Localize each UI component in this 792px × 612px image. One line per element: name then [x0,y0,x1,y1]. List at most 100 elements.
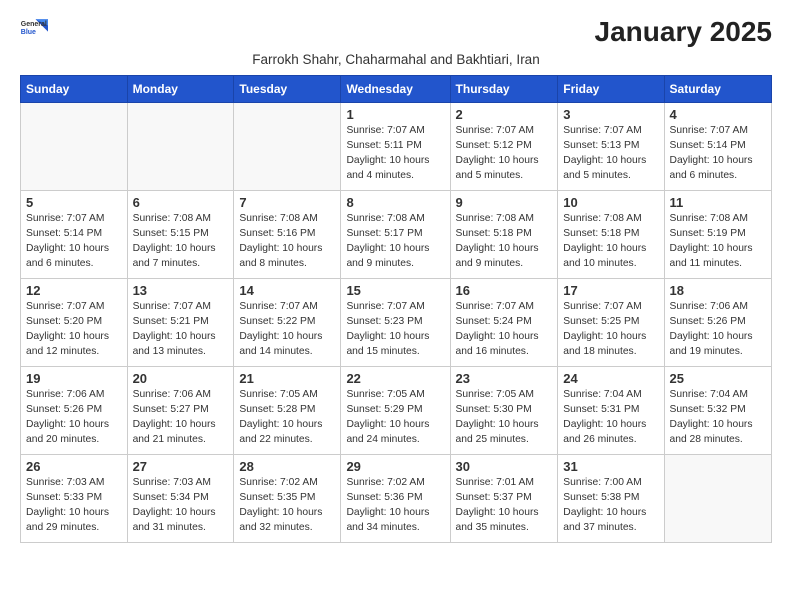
day-info: Sunrise: 7:06 AM Sunset: 5:27 PM Dayligh… [133,388,229,448]
page: General Blue January 2025 Farrokh Shahr,… [0,0,792,559]
cell-w2-d5: 10 Sunrise: 7:08 AM Sunset: 5:18 PM Dayli… [558,191,664,279]
day-number: 23 [456,371,553,386]
cell-w3-d0: 12 Sunrise: 7:07 AM Sunset: 5:20 PM Dayli… [21,279,128,367]
day-info: Sunrise: 7:07 AM Sunset: 5:25 PM Dayligh… [563,300,658,360]
day-info: Sunrise: 7:07 AM Sunset: 5:21 PM Dayligh… [133,300,229,360]
day-number: 1 [346,107,444,122]
cell-w5-d2: 28Sunrise: 7:02 AM Sunset: 5:35 PM Dayli… [234,455,341,543]
day-number: 21 [239,371,335,386]
week-row-5: 26 Sunrise: 7:03 AM Sunset: 5:33 PM Dayli… [21,455,772,543]
day-number: 29 [346,459,444,474]
day-number: 27 [133,459,229,474]
day-info: Sunrise: 7:07 AM Sunset: 5:13 PM Dayligh… [563,124,658,184]
svg-text:Blue: Blue [21,29,36,36]
day-info: Sunrise: 7:07 AM Sunset: 5:23 PM Dayligh… [346,300,444,360]
cell-w2-d4: 9 Sunrise: 7:08 AM Sunset: 5:18 PM Daylig… [450,191,558,279]
day-info: Sunrise: 7:04 AM Sunset: 5:32 PM Dayligh… [670,388,766,448]
day-number: 17 [563,283,658,298]
day-info: Sunrise: 7:06 AM Sunset: 5:26 PM Dayligh… [670,300,766,360]
day-number: 8 [346,195,444,210]
day-number: 2 [456,107,553,122]
day-info: Sunrise: 7:01 AM Sunset: 5:37 PM Dayligh… [456,476,553,536]
day-info: Sunrise: 7:07 AM Sunset: 5:22 PM Dayligh… [239,300,335,360]
logo: General Blue [20,16,50,38]
col-saturday: Saturday [664,76,771,103]
day-info: Sunrise: 7:02 AM Sunset: 5:36 PM Dayligh… [346,476,444,536]
cell-w2-d3: 8 Sunrise: 7:08 AM Sunset: 5:17 PM Daylig… [341,191,450,279]
subtitle: Farrokh Shahr, Chaharmahal and Bakhtiari… [20,52,772,67]
cell-w5-d4: 30Sunrise: 7:01 AM Sunset: 5:37 PM Dayli… [450,455,558,543]
day-info: Sunrise: 7:03 AM Sunset: 5:33 PM Dayligh… [26,476,122,536]
col-wednesday: Wednesday [341,76,450,103]
cell-w3-d4: 16 Sunrise: 7:07 AM Sunset: 5:24 PM Dayli… [450,279,558,367]
cell-w5-d1: 27 Sunrise: 7:03 AM Sunset: 5:34 PM Dayli… [127,455,234,543]
logo-icon: General Blue [20,16,48,38]
calendar-table: Sunday Monday Tuesday Wednesday Thursday… [20,75,772,543]
cell-w4-d6: 25 Sunrise: 7:04 AM Sunset: 5:32 PM Dayli… [664,367,771,455]
day-info: Sunrise: 7:07 AM Sunset: 5:20 PM Dayligh… [26,300,122,360]
day-number: 31 [563,459,658,474]
cell-w4-d1: 20 Sunrise: 7:06 AM Sunset: 5:27 PM Dayli… [127,367,234,455]
day-info: Sunrise: 7:05 AM Sunset: 5:30 PM Dayligh… [456,388,553,448]
day-info: Sunrise: 7:06 AM Sunset: 5:26 PM Dayligh… [26,388,122,448]
cell-w5-d5: 31 Sunrise: 7:00 AM Sunset: 5:38 PM Dayli… [558,455,664,543]
cell-w2-d1: 6 Sunrise: 7:08 AM Sunset: 5:15 PM Daylig… [127,191,234,279]
cell-w1-d0 [21,103,128,191]
month-title: January 2025 [595,16,772,48]
day-number: 5 [26,195,122,210]
week-row-3: 12 Sunrise: 7:07 AM Sunset: 5:20 PM Dayli… [21,279,772,367]
cell-w5-d3: 29 Sunrise: 7:02 AM Sunset: 5:36 PM Dayli… [341,455,450,543]
day-number: 13 [133,283,229,298]
day-info: Sunrise: 7:08 AM Sunset: 5:19 PM Dayligh… [670,212,766,272]
day-info: Sunrise: 7:07 AM Sunset: 5:14 PM Dayligh… [670,124,766,184]
col-friday: Friday [558,76,664,103]
day-info: Sunrise: 7:00 AM Sunset: 5:38 PM Dayligh… [563,476,658,536]
day-info: Sunrise: 7:07 AM Sunset: 5:24 PM Dayligh… [456,300,553,360]
day-number: 26 [26,459,122,474]
cell-w3-d1: 13 Sunrise: 7:07 AM Sunset: 5:21 PM Dayli… [127,279,234,367]
cell-w1-d1 [127,103,234,191]
day-number: 28 [239,459,335,474]
day-number: 14 [239,283,335,298]
col-tuesday: Tuesday [234,76,341,103]
day-number: 9 [456,195,553,210]
cell-w5-d6 [664,455,771,543]
week-row-2: 5 Sunrise: 7:07 AM Sunset: 5:14 PM Daylig… [21,191,772,279]
day-number: 24 [563,371,658,386]
cell-w4-d0: 19 Sunrise: 7:06 AM Sunset: 5:26 PM Dayli… [21,367,128,455]
col-sunday: Sunday [21,76,128,103]
cell-w3-d2: 14 Sunrise: 7:07 AM Sunset: 5:22 PM Dayli… [234,279,341,367]
day-info: Sunrise: 7:04 AM Sunset: 5:31 PM Dayligh… [563,388,658,448]
day-info: Sunrise: 7:05 AM Sunset: 5:29 PM Dayligh… [346,388,444,448]
cell-w3-d5: 17 Sunrise: 7:07 AM Sunset: 5:25 PM Dayli… [558,279,664,367]
day-number: 19 [26,371,122,386]
cell-w4-d4: 23 Sunrise: 7:05 AM Sunset: 5:30 PM Dayli… [450,367,558,455]
day-info: Sunrise: 7:08 AM Sunset: 5:17 PM Dayligh… [346,212,444,272]
cell-w2-d6: 11 Sunrise: 7:08 AM Sunset: 5:19 PM Dayli… [664,191,771,279]
day-number: 25 [670,371,766,386]
day-info: Sunrise: 7:07 AM Sunset: 5:11 PM Dayligh… [346,124,444,184]
cell-w4-d2: 21Sunrise: 7:05 AM Sunset: 5:28 PM Dayli… [234,367,341,455]
day-number: 12 [26,283,122,298]
day-info: Sunrise: 7:08 AM Sunset: 5:18 PM Dayligh… [456,212,553,272]
day-info: Sunrise: 7:08 AM Sunset: 5:18 PM Dayligh… [563,212,658,272]
cell-w2-d2: 7Sunrise: 7:08 AM Sunset: 5:16 PM Daylig… [234,191,341,279]
day-number: 11 [670,195,766,210]
day-info: Sunrise: 7:03 AM Sunset: 5:34 PM Dayligh… [133,476,229,536]
cell-w3-d6: 18 Sunrise: 7:06 AM Sunset: 5:26 PM Dayli… [664,279,771,367]
cell-w1-d2 [234,103,341,191]
day-info: Sunrise: 7:07 AM Sunset: 5:14 PM Dayligh… [26,212,122,272]
header: General Blue January 2025 [20,16,772,48]
day-number: 6 [133,195,229,210]
cell-w5-d0: 26 Sunrise: 7:03 AM Sunset: 5:33 PM Dayli… [21,455,128,543]
cell-w3-d3: 15Sunrise: 7:07 AM Sunset: 5:23 PM Dayli… [341,279,450,367]
day-number: 18 [670,283,766,298]
cell-w4-d3: 22Sunrise: 7:05 AM Sunset: 5:29 PM Dayli… [341,367,450,455]
svg-text:General: General [21,21,47,28]
day-number: 20 [133,371,229,386]
day-info: Sunrise: 7:08 AM Sunset: 5:15 PM Dayligh… [133,212,229,272]
day-number: 3 [563,107,658,122]
day-number: 16 [456,283,553,298]
col-thursday: Thursday [450,76,558,103]
day-number: 10 [563,195,658,210]
